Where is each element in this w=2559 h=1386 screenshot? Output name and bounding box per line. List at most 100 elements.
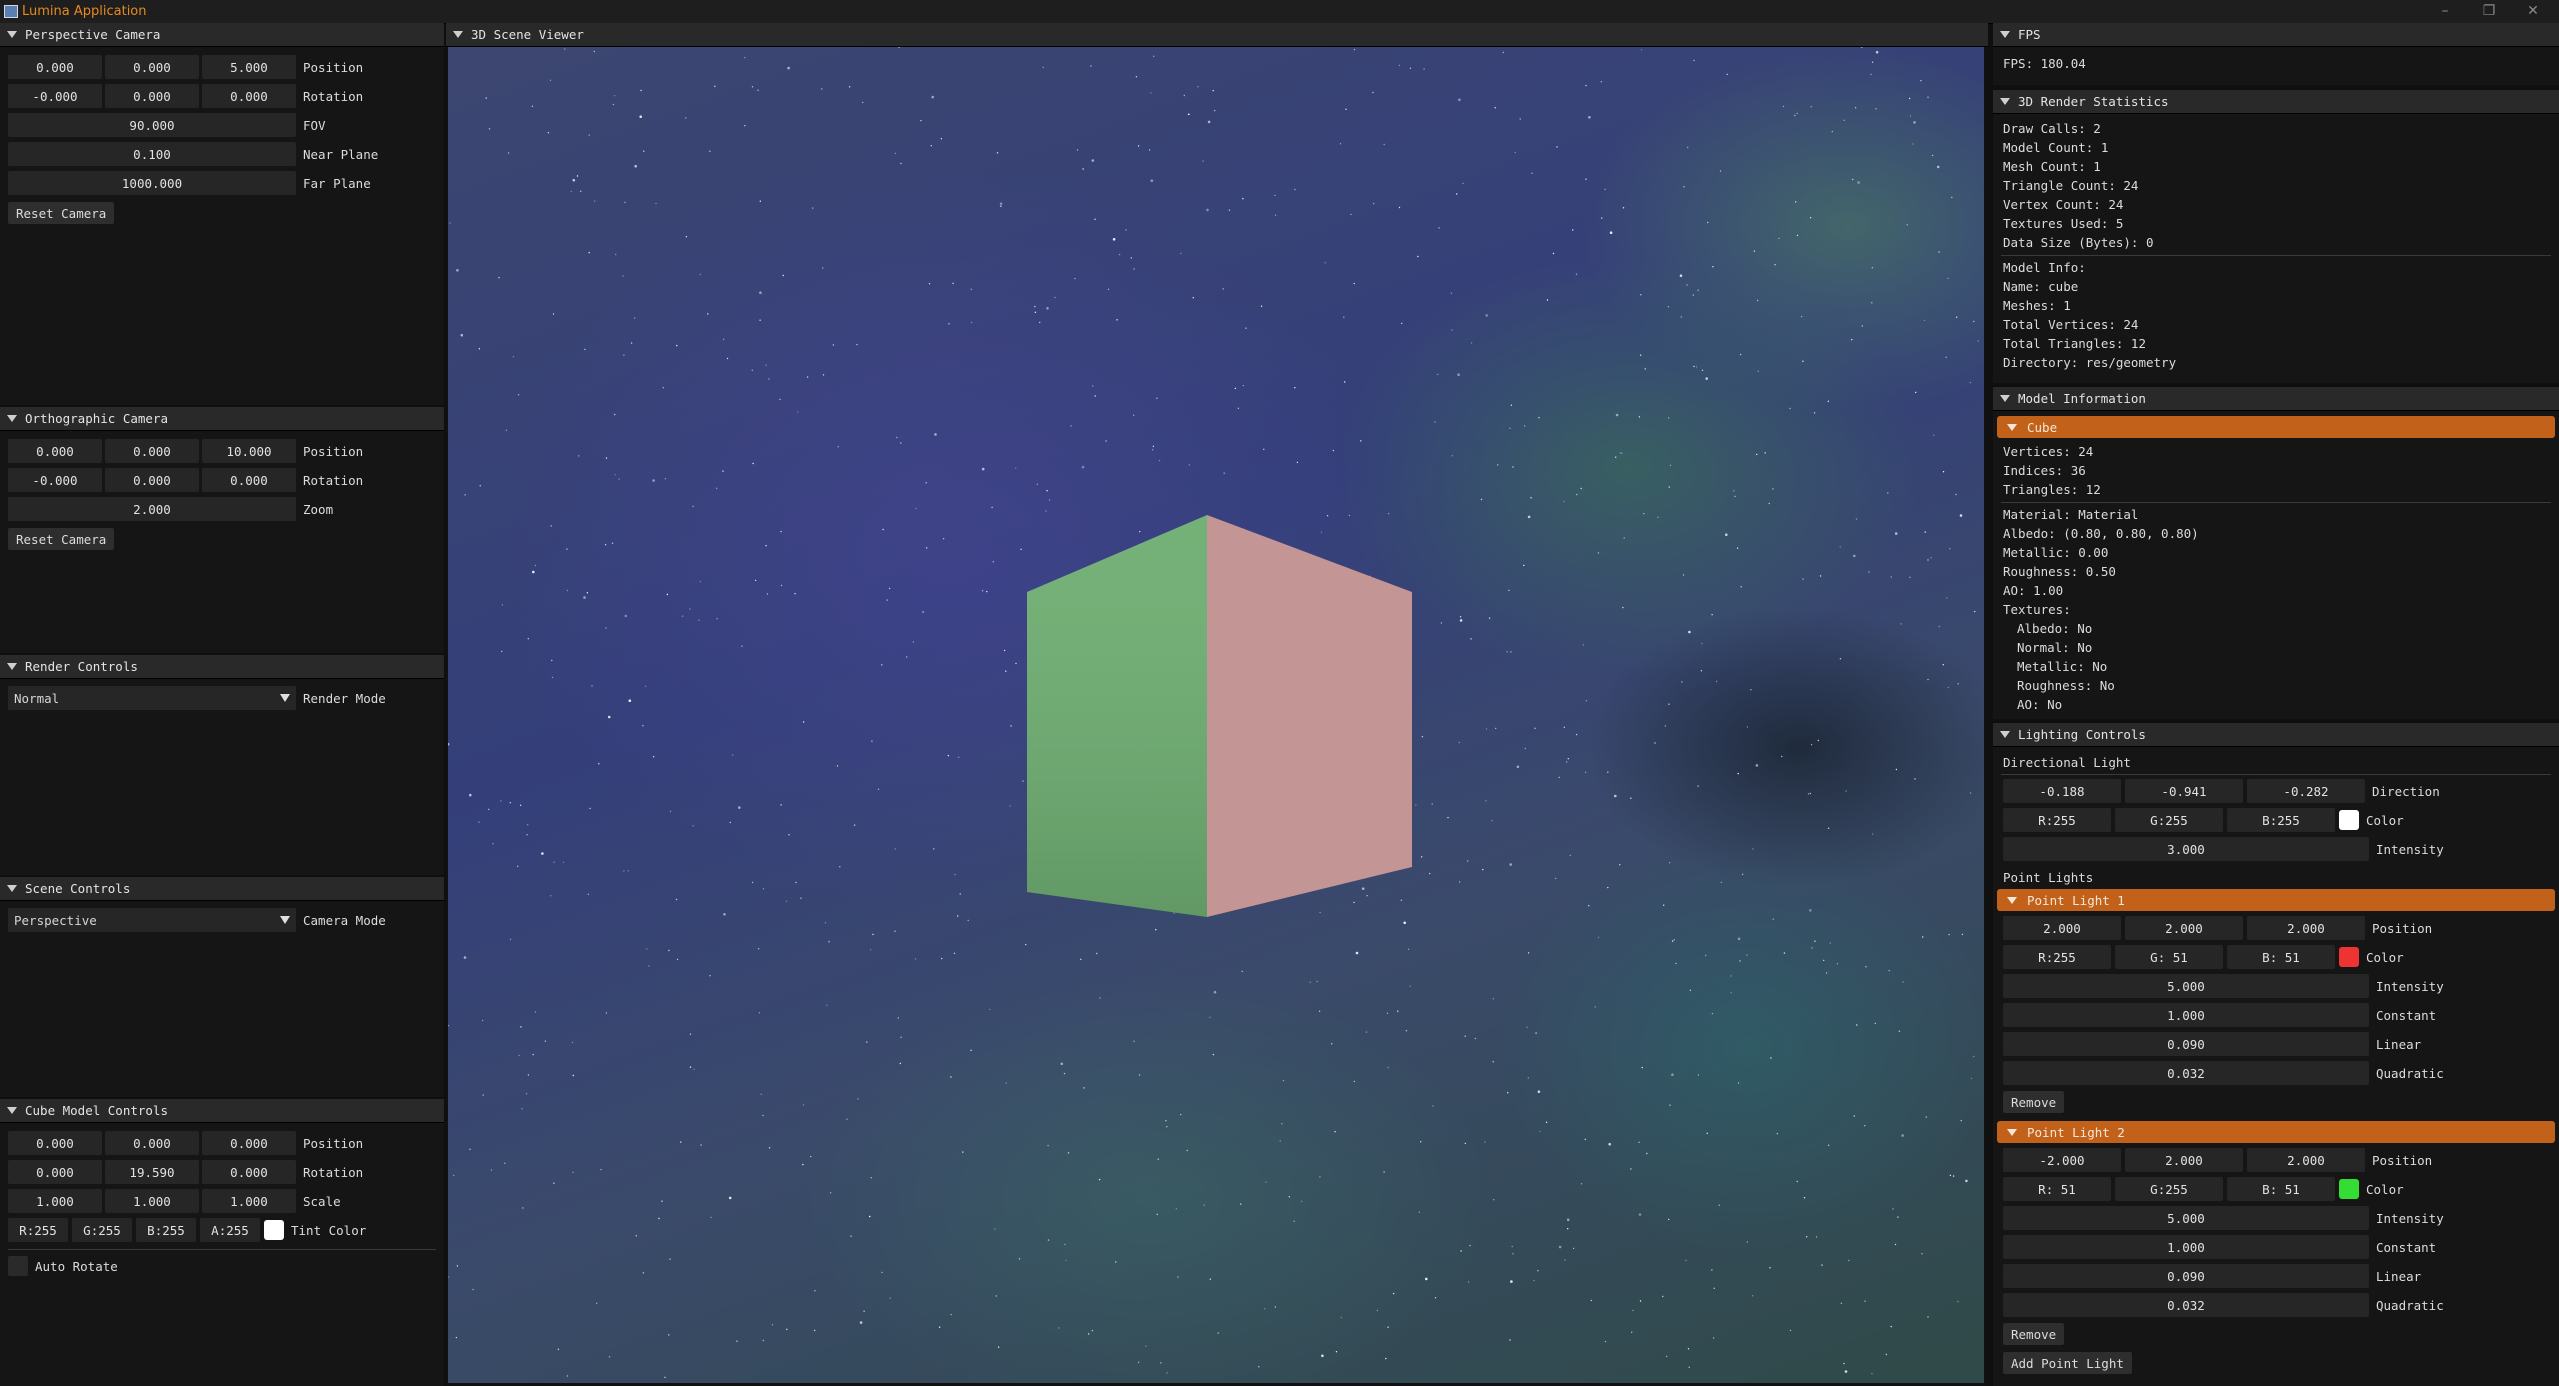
pl1-color-b[interactable]: B: 51: [2227, 945, 2335, 969]
panel-header[interactable]: Model Information: [1993, 387, 2559, 411]
collapse-arrow-icon[interactable]: [2000, 31, 2010, 38]
pl1-intensity-field[interactable]: 5.000: [2003, 974, 2369, 998]
minimize-icon[interactable]: –: [2430, 2, 2460, 20]
pl1-color-swatch[interactable]: [2339, 947, 2359, 967]
persp-pos-z[interactable]: 5.000: [202, 55, 296, 79]
dir-color-g[interactable]: G:255: [2115, 808, 2223, 832]
persp-pos-y[interactable]: 0.000: [105, 55, 199, 79]
collapse-arrow-icon[interactable]: [453, 31, 463, 38]
close-icon[interactable]: ✕: [2518, 2, 2548, 20]
collapse-arrow-icon[interactable]: [7, 885, 17, 892]
panel-header[interactable]: 3D Render Statistics: [1993, 90, 2559, 114]
tint-b-field[interactable]: B:255: [136, 1218, 196, 1242]
cube-scale-y[interactable]: 1.000: [105, 1189, 199, 1213]
tree-node-cube[interactable]: Cube: [1997, 416, 2555, 438]
reset-camera-button[interactable]: Reset Camera: [8, 528, 115, 550]
point-light-1-header[interactable]: Point Light 1: [1997, 889, 2555, 911]
cube-scale-x[interactable]: 1.000: [8, 1189, 102, 1213]
dir-color-swatch[interactable]: [2339, 810, 2359, 830]
pl1-pos-z[interactable]: 2.000: [2247, 916, 2365, 940]
pl2-intensity-field[interactable]: 5.000: [2003, 1206, 2369, 1230]
pl1-pos-x[interactable]: 2.000: [2003, 916, 2121, 940]
pl2-pos-z[interactable]: 2.000: [2247, 1148, 2365, 1172]
persp-rot-y[interactable]: 0.000: [105, 84, 199, 108]
panel-header[interactable]: Cube Model Controls: [0, 1099, 444, 1123]
cube-pos-y[interactable]: 0.000: [105, 1131, 199, 1155]
near-plane-field[interactable]: 0.100: [8, 142, 296, 166]
pl1-constant-field[interactable]: 1.000: [2003, 1003, 2369, 1027]
direction-z[interactable]: -0.282: [2247, 779, 2365, 803]
ortho-rot-x[interactable]: -0.000: [8, 468, 102, 492]
direction-y[interactable]: -0.941: [2125, 779, 2243, 803]
tint-color-swatch[interactable]: [264, 1220, 284, 1240]
collapse-arrow-icon[interactable]: [2000, 731, 2010, 738]
collapse-arrow-icon[interactable]: [2000, 98, 2010, 105]
pl2-pos-x[interactable]: -2.000: [2003, 1148, 2121, 1172]
cube-rot-y[interactable]: 19.590: [105, 1160, 199, 1184]
far-plane-field[interactable]: 1000.000: [8, 171, 296, 195]
cube-scale-z[interactable]: 1.000: [202, 1189, 296, 1213]
pl2-color-swatch[interactable]: [2339, 1179, 2359, 1199]
persp-rot-x[interactable]: -0.000: [8, 84, 102, 108]
collapse-arrow-icon[interactable]: [7, 1107, 17, 1114]
panel-header[interactable]: Perspective Camera: [0, 23, 444, 47]
camera-mode-dropdown[interactable]: Perspective: [8, 908, 296, 932]
panel-header[interactable]: Orthographic Camera: [0, 407, 444, 431]
pl2-linear-field[interactable]: 0.090: [2003, 1264, 2369, 1288]
cube-rot-z[interactable]: 0.000: [202, 1160, 296, 1184]
tint-a-field[interactable]: A:255: [200, 1218, 260, 1242]
pl1-quadratic-field[interactable]: 0.032: [2003, 1061, 2369, 1085]
ortho-pos-z[interactable]: 10.000: [202, 439, 296, 463]
add-point-light-button[interactable]: Add Point Light: [2003, 1352, 2132, 1374]
ortho-rot-z[interactable]: 0.000: [202, 468, 296, 492]
collapse-arrow-icon[interactable]: [7, 415, 17, 422]
collapse-arrow-icon[interactable]: [7, 663, 17, 670]
persp-rot-z[interactable]: 0.000: [202, 84, 296, 108]
panel-header[interactable]: Scene Controls: [0, 877, 444, 901]
panel-header[interactable]: FPS: [1993, 23, 2559, 47]
point-light-2-header[interactable]: Point Light 2: [1997, 1121, 2555, 1143]
tint-r-field[interactable]: R:255: [8, 1218, 68, 1242]
remove-light-1-button[interactable]: Remove: [2003, 1091, 2065, 1113]
remove-light-2-button[interactable]: Remove: [2003, 1323, 2065, 1345]
collapse-arrow-icon[interactable]: [7, 31, 17, 38]
expand-arrow-icon[interactable]: [2007, 423, 2017, 431]
panel-header[interactable]: Render Controls: [0, 655, 444, 679]
dir-intensity-field[interactable]: 3.000: [2003, 837, 2369, 861]
panel-header[interactable]: 3D Scene Viewer: [446, 23, 1988, 47]
fov-slider[interactable]: 90.000: [8, 113, 296, 137]
ortho-rot-y[interactable]: 0.000: [105, 468, 199, 492]
auto-rotate-checkbox[interactable]: [8, 1256, 28, 1276]
pl2-color-g[interactable]: G:255: [2115, 1177, 2223, 1201]
dropdown-arrow-icon[interactable]: [280, 916, 290, 924]
zoom-field[interactable]: 2.000: [8, 497, 296, 521]
ortho-pos-x[interactable]: 0.000: [8, 439, 102, 463]
pl2-constant-field[interactable]: 1.000: [2003, 1235, 2369, 1259]
cube-rot-x[interactable]: 0.000: [8, 1160, 102, 1184]
pl2-color-b[interactable]: B: 51: [2227, 1177, 2335, 1201]
collapse-arrow-icon[interactable]: [2000, 395, 2010, 402]
pl1-linear-field[interactable]: 0.090: [2003, 1032, 2369, 1056]
cube-pos-x[interactable]: 0.000: [8, 1131, 102, 1155]
dir-color-b[interactable]: B:255: [2227, 808, 2335, 832]
pl2-quadratic-field[interactable]: 0.032: [2003, 1293, 2369, 1317]
tint-g-field[interactable]: G:255: [72, 1218, 132, 1242]
scene-viewport[interactable]: [448, 47, 1984, 1383]
ortho-pos-y[interactable]: 0.000: [105, 439, 199, 463]
expand-arrow-icon[interactable]: [2007, 896, 2017, 904]
render-mode-dropdown[interactable]: Normal: [8, 686, 296, 710]
pl1-pos-y[interactable]: 2.000: [2125, 916, 2243, 940]
reset-camera-button[interactable]: Reset Camera: [8, 202, 115, 224]
maximize-icon[interactable]: ❐: [2474, 2, 2504, 20]
pl2-pos-y[interactable]: 2.000: [2125, 1148, 2243, 1172]
dir-color-r[interactable]: R:255: [2003, 808, 2111, 832]
panel-header[interactable]: Lighting Controls: [1993, 723, 2559, 747]
dropdown-arrow-icon[interactable]: [280, 694, 290, 702]
persp-pos-x[interactable]: 0.000: [8, 55, 102, 79]
pl1-color-r[interactable]: R:255: [2003, 945, 2111, 969]
expand-arrow-icon[interactable]: [2007, 1128, 2017, 1136]
direction-x[interactable]: -0.188: [2003, 779, 2121, 803]
pl1-color-g[interactable]: G: 51: [2115, 945, 2223, 969]
pl2-color-r[interactable]: R: 51: [2003, 1177, 2111, 1201]
cube-pos-z[interactable]: 0.000: [202, 1131, 296, 1155]
